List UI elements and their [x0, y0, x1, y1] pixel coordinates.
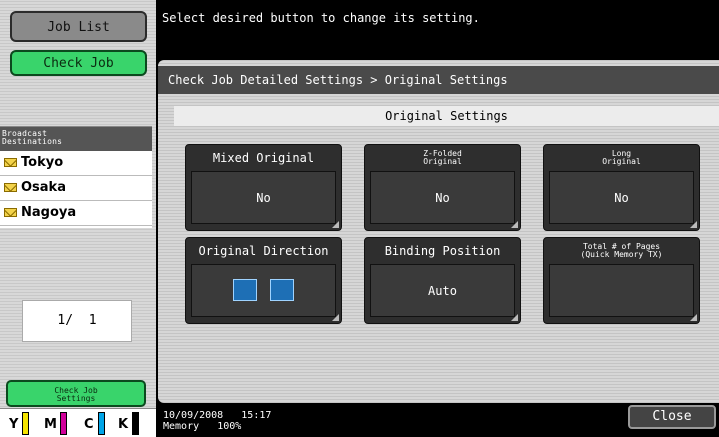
toner-bar-m — [60, 412, 67, 435]
toner-levels: Y M C K — [0, 408, 156, 437]
corner-marker-icon — [690, 314, 697, 321]
toner-label-y: Y — [9, 417, 19, 432]
envelope-icon — [4, 183, 17, 192]
total-pages-button[interactable]: Total # of Pages (Quick Memory TX) — [543, 237, 700, 324]
corner-marker-icon — [332, 314, 339, 321]
broadcast-destinations-panel: Broadcast Destinations Tokyo Osaka Nagoy… — [0, 126, 152, 228]
page-indicator: 1/ 1 — [22, 300, 132, 342]
date-time-memory: 10/09/2008 15:17 Memory 100% — [163, 410, 271, 432]
destination-item[interactable]: Nagoya — [0, 201, 152, 226]
toner-label-c: C — [84, 417, 94, 432]
setting-title: Binding Position — [384, 244, 501, 258]
corner-marker-icon — [511, 221, 518, 228]
setting-title-line2: Original — [602, 157, 641, 166]
job-list-button[interactable]: Job List — [10, 11, 147, 42]
broadcast-destinations-header: Broadcast Destinations — [0, 127, 152, 151]
original-direction-icon — [270, 279, 295, 301]
mixed-original-button[interactable]: Mixed Original No — [185, 144, 342, 231]
destination-item[interactable]: Osaka — [0, 176, 152, 201]
long-original-button[interactable]: Long Original No — [543, 144, 700, 231]
z-folded-original-button[interactable]: Z-Folded Original No — [364, 144, 521, 231]
setting-value: Auto — [370, 264, 515, 317]
envelope-icon — [4, 158, 17, 167]
original-direction-icon — [232, 279, 257, 301]
setting-title: Original Direction — [198, 244, 329, 258]
setting-value — [549, 264, 694, 317]
setting-title-line2: Original — [423, 157, 462, 166]
breadcrumb: Check Job Detailed Settings > Original S… — [158, 66, 719, 94]
envelope-icon — [4, 208, 17, 217]
destination-label: Tokyo — [21, 155, 64, 170]
setting-title: Mixed Original — [212, 151, 315, 165]
setting-value: No — [549, 171, 694, 224]
status-bar: 10/09/2008 15:17 Memory 100% Close — [158, 403, 719, 437]
date: 10/09/2008 — [163, 410, 224, 421]
setting-value: No — [370, 171, 515, 224]
toner-bar-c — [98, 412, 105, 435]
destination-label: Osaka — [21, 180, 66, 195]
corner-marker-icon — [332, 221, 339, 228]
setting-title: Total # of Pages (Quick Memory TX) — [544, 238, 699, 264]
destination-label: Nagoya — [21, 205, 77, 220]
original-direction-button[interactable]: Original Direction — [185, 237, 342, 324]
check-job-button[interactable]: Check Job — [10, 50, 147, 76]
check-job-settings-button[interactable]: Check Job Settings — [6, 380, 146, 407]
time: 15:17 — [241, 410, 272, 421]
toner-label-m: M — [44, 417, 57, 432]
check-job-settings-line2: Settings — [56, 394, 96, 403]
instruction-message: Select desired button to change its sett… — [162, 11, 480, 25]
settings-panel: Check Job Detailed Settings > Original S… — [158, 60, 719, 403]
destination-item[interactable]: Tokyo — [0, 151, 152, 176]
dest-header-line2: Destinations — [2, 137, 63, 146]
setting-title: Z-Folded Original — [365, 145, 520, 171]
memory-value: 100% — [217, 421, 242, 432]
memory-label: Memory — [163, 421, 200, 432]
setting-title: Long Original — [544, 145, 699, 171]
section-title: Original Settings — [174, 106, 719, 126]
left-panel: Job List Check Job Broadcast Destination… — [0, 0, 156, 437]
setting-title-line2: (Quick Memory TX) — [580, 250, 663, 259]
corner-marker-icon — [511, 314, 518, 321]
close-button[interactable]: Close — [628, 405, 716, 429]
setting-value: No — [191, 171, 336, 224]
toner-bar-y — [22, 412, 29, 435]
corner-marker-icon — [690, 221, 697, 228]
binding-position-button[interactable]: Binding Position Auto — [364, 237, 521, 324]
toner-bar-k — [132, 412, 139, 435]
toner-label-k: K — [118, 417, 129, 432]
original-direction-icons — [191, 264, 336, 317]
